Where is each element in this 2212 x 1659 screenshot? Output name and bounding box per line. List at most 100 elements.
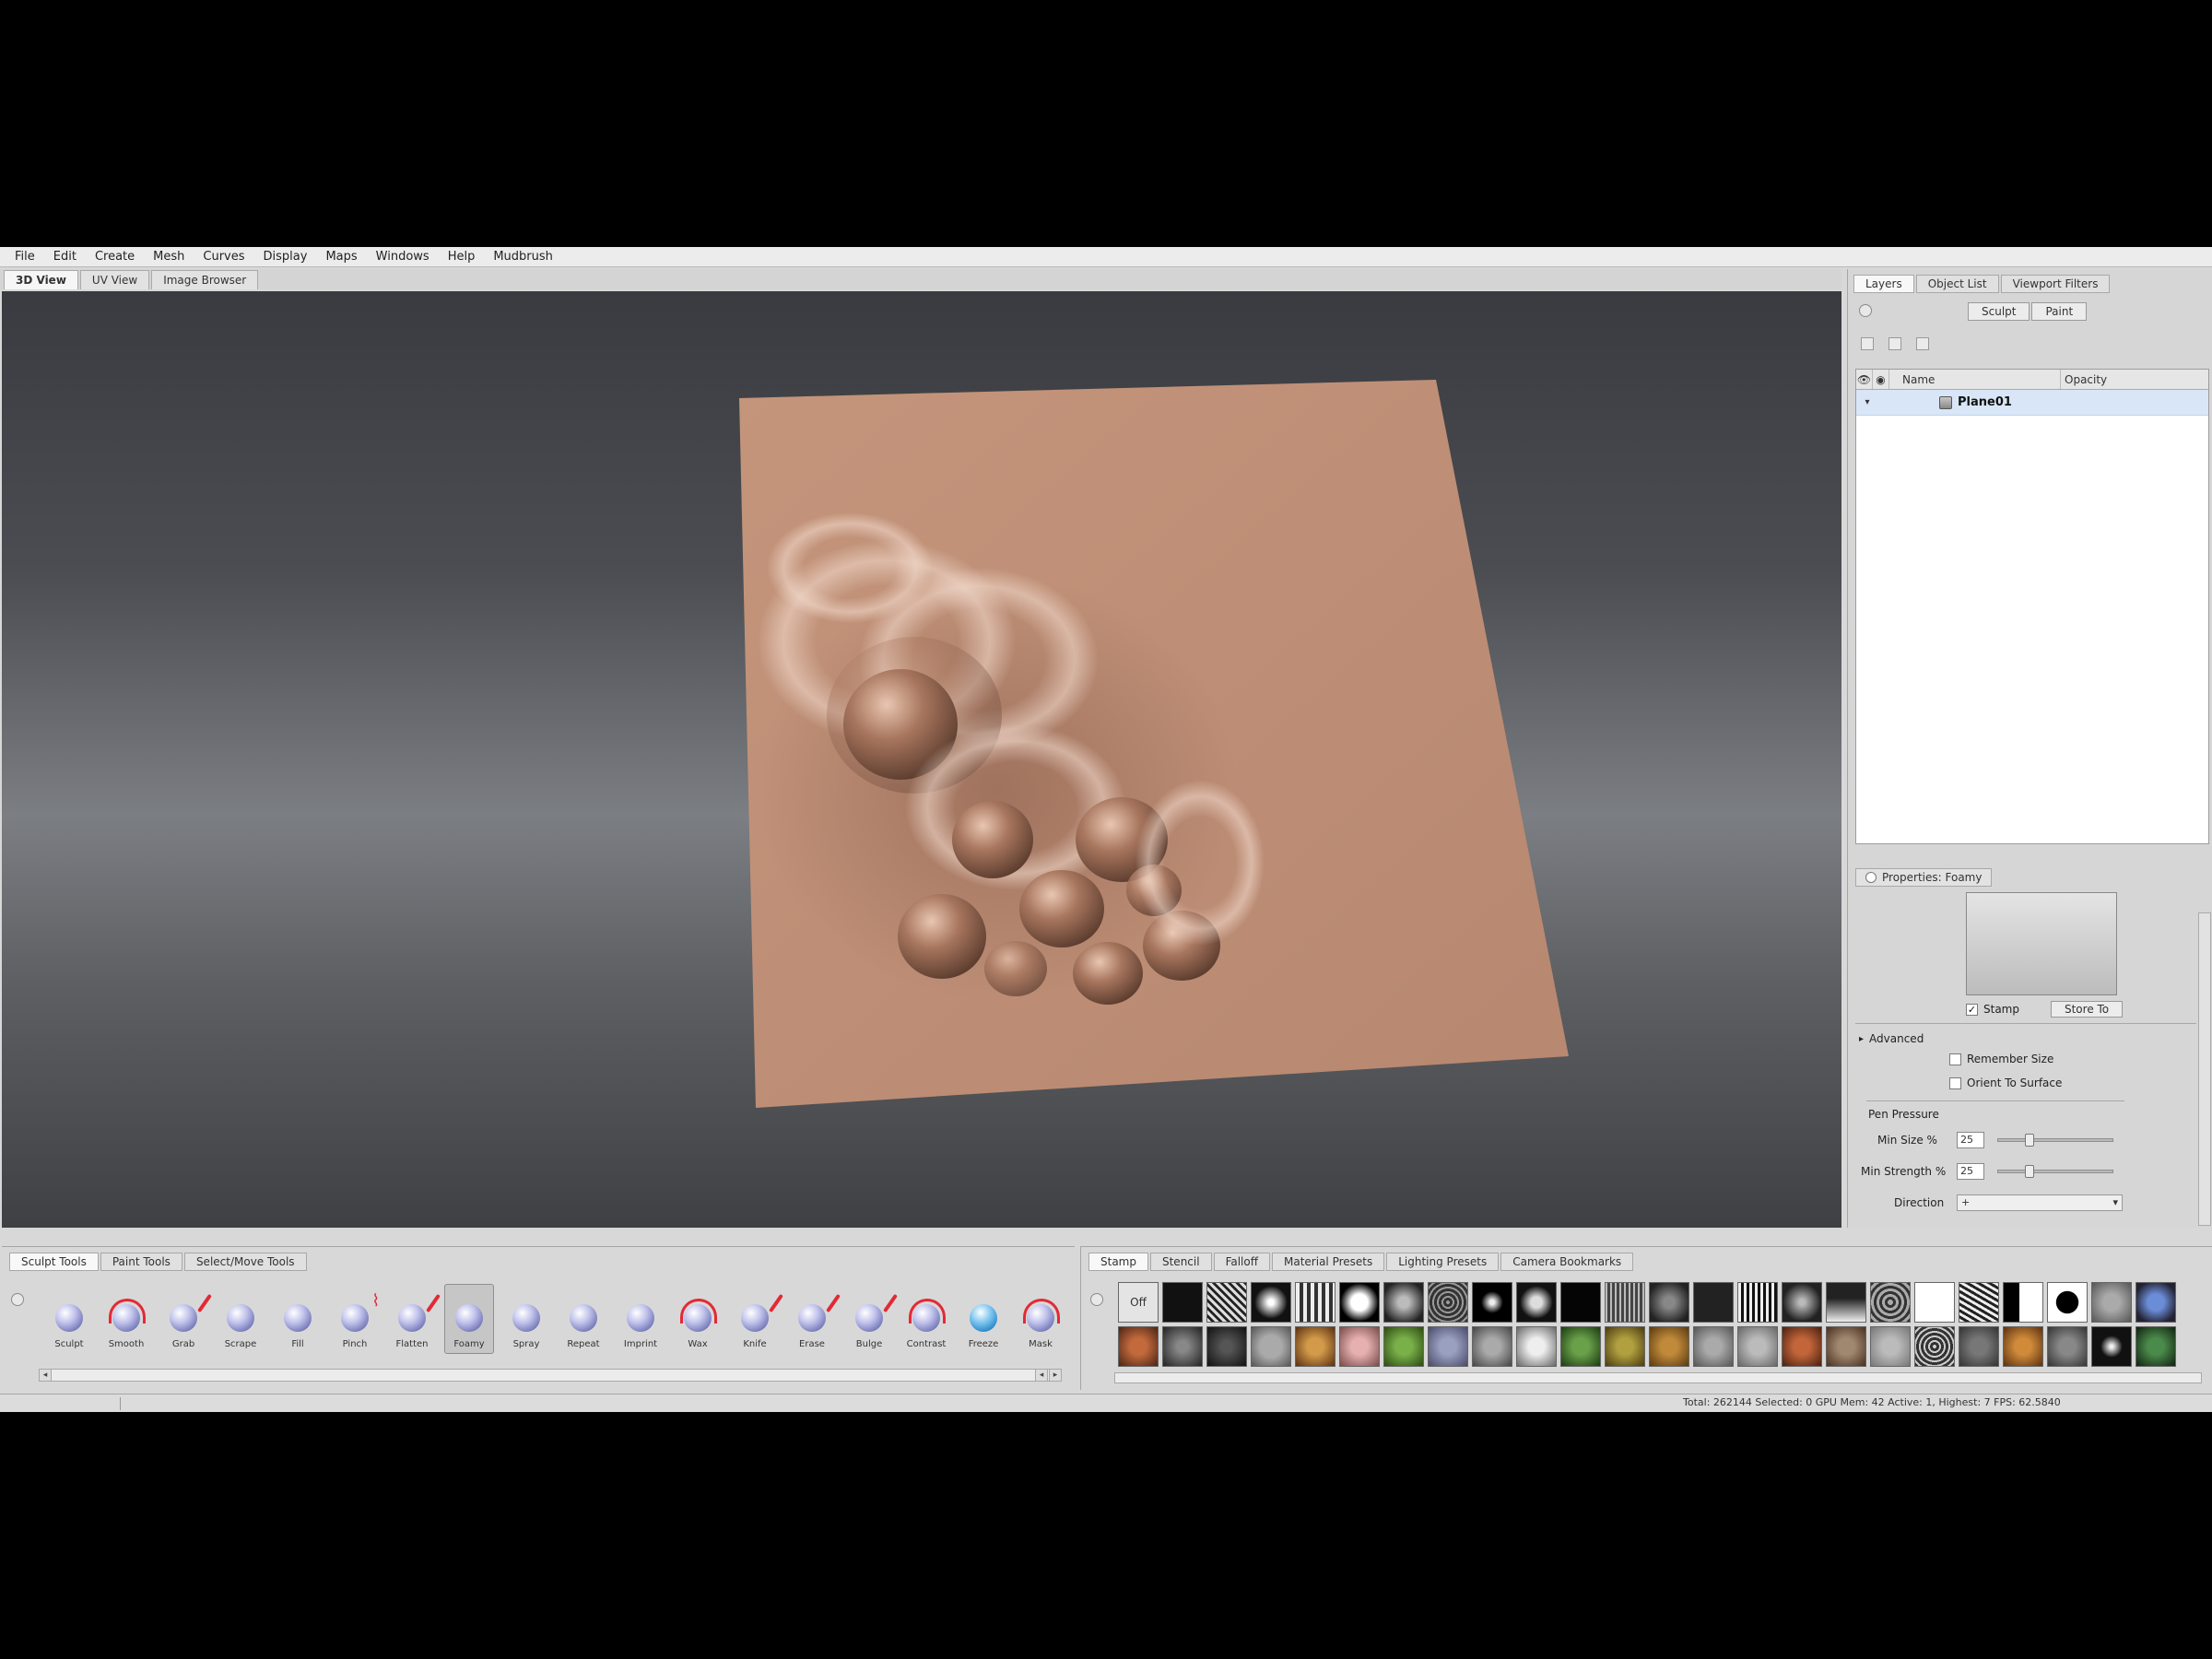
tool-bulge[interactable]: Bulge	[844, 1284, 894, 1354]
tab-paint-tools[interactable]: Paint Tools	[100, 1253, 182, 1271]
orient-to-surface-checkbox[interactable]	[1949, 1077, 1961, 1089]
stamp-thumbnail[interactable]	[1295, 1326, 1335, 1367]
stamp-thumbnail[interactable]	[1914, 1326, 1955, 1367]
stamp-thumbnail[interactable]	[1959, 1326, 1999, 1367]
stamp-thumbnail[interactable]	[2136, 1326, 2176, 1367]
stamp-thumbnail[interactable]	[1118, 1326, 1159, 1367]
tool-foamy[interactable]: Foamy	[444, 1284, 494, 1354]
delete-layer-icon[interactable]	[1916, 337, 1929, 350]
tab-select-move-tools[interactable]: Select/Move Tools	[183, 1253, 307, 1271]
stamp-thumbnail[interactable]	[1516, 1282, 1557, 1323]
stamp-thumbnail[interactable]	[1251, 1282, 1291, 1323]
tool-contrast[interactable]: Contrast	[901, 1284, 951, 1354]
stamp-thumbnail[interactable]	[1649, 1326, 1689, 1367]
min-size-slider-knob[interactable]	[2025, 1134, 2034, 1147]
stamp-off-thumbnail[interactable]: Off	[1118, 1282, 1159, 1323]
sculpted-plane-mesh[interactable]	[739, 380, 1569, 1108]
tool-pinch[interactable]: Pinch	[330, 1284, 380, 1354]
expand-arrow-icon[interactable]: ▾	[1856, 397, 1878, 407]
scroll-right-icon[interactable]: ▸	[1049, 1369, 1062, 1382]
stamp-thumbnail[interactable]	[1560, 1282, 1601, 1323]
stamp-thumbnail[interactable]	[1428, 1326, 1468, 1367]
tool-scrape[interactable]: Scrape	[216, 1284, 265, 1354]
stamp-thumbnail[interactable]	[1206, 1282, 1247, 1323]
scroll-left-icon[interactable]: ◂	[39, 1369, 52, 1382]
menu-windows[interactable]: Windows	[369, 247, 437, 267]
stamp-thumbnail[interactable]	[2047, 1282, 2088, 1323]
stamp-thumbnail[interactable]	[1162, 1282, 1203, 1323]
advanced-label[interactable]: Advanced	[1869, 1032, 1924, 1045]
tool-freeze[interactable]: Freeze	[959, 1284, 1008, 1354]
menu-edit[interactable]: Edit	[46, 247, 84, 267]
stamp-thumbnail[interactable]	[1339, 1282, 1380, 1323]
menu-create[interactable]: Create	[88, 247, 142, 267]
tool-fill[interactable]: Fill	[273, 1284, 323, 1354]
tool-spray[interactable]: Spray	[501, 1284, 551, 1354]
menu-maps[interactable]: Maps	[318, 247, 364, 267]
menu-file[interactable]: File	[7, 247, 42, 267]
tool-knife[interactable]: Knife	[730, 1284, 780, 1354]
stamp-thumbnail[interactable]	[1737, 1326, 1778, 1367]
stamp-thumbnail[interactable]	[2136, 1282, 2176, 1323]
stamp-thumbnail[interactable]	[1870, 1326, 1911, 1367]
stamp-thumbnail[interactable]	[1206, 1326, 1247, 1367]
min-strength-slider[interactable]	[1997, 1165, 2113, 1178]
stamp-thumbnail[interactable]	[1693, 1326, 1734, 1367]
tool-sculpt[interactable]: Sculpt	[44, 1284, 94, 1354]
stamp-thumbnail[interactable]	[1870, 1282, 1911, 1323]
stamp-preview[interactable]	[1966, 892, 2117, 995]
tab-stencil[interactable]: Stencil	[1149, 1253, 1212, 1271]
stamp-thumbnail[interactable]	[1782, 1326, 1822, 1367]
duplicate-layer-icon[interactable]	[1888, 337, 1901, 350]
tool-erase[interactable]: Erase	[787, 1284, 837, 1354]
properties-tab[interactable]: Properties: Foamy	[1855, 868, 1993, 887]
name-column-header[interactable]: Name	[1899, 370, 2061, 389]
stamp-thumbnail[interactable]	[1959, 1282, 1999, 1323]
stamp-thumbnail[interactable]	[2003, 1326, 2043, 1367]
stamp-checkbox[interactable]: ✓	[1966, 1003, 1978, 1016]
stamp-thumbnail[interactable]	[2003, 1282, 2043, 1323]
stamp-thumbnail[interactable]	[1737, 1282, 1778, 1323]
tab-sculpt-tools[interactable]: Sculpt Tools	[9, 1253, 99, 1271]
tab-object-list[interactable]: Object List	[1915, 275, 1999, 293]
stamp-thumbnail[interactable]	[1339, 1326, 1380, 1367]
stamp-thumbnail[interactable]	[1472, 1326, 1512, 1367]
help-icon[interactable]	[1859, 304, 1872, 317]
stamp-thumbnail[interactable]	[1295, 1282, 1335, 1323]
tab-material-presets[interactable]: Material Presets	[1272, 1253, 1385, 1271]
tab-image-browser[interactable]: Image Browser	[151, 270, 259, 289]
tool-grab[interactable]: Grab	[159, 1284, 208, 1354]
layer-row[interactable]: ▾ Plane01	[1856, 390, 2208, 416]
stamp-thumbnail[interactable]	[1162, 1326, 1203, 1367]
menu-curves[interactable]: Curves	[195, 247, 252, 267]
stamp-thumbnail[interactable]	[1516, 1326, 1557, 1367]
tab-camera-bookmarks[interactable]: Camera Bookmarks	[1500, 1253, 1634, 1271]
opacity-column-header[interactable]: Opacity	[2061, 370, 2208, 389]
direction-select[interactable]: +	[1957, 1194, 2123, 1211]
tab-uv-view[interactable]: UV View	[79, 270, 150, 289]
min-strength-slider-knob[interactable]	[2025, 1165, 2034, 1178]
stamp-thumbnail[interactable]	[2091, 1282, 2132, 1323]
paint-mode-button[interactable]: Paint	[2031, 302, 2088, 321]
stamp-thumbnail[interactable]	[1605, 1326, 1645, 1367]
min-size-field[interactable]: 25	[1957, 1132, 1984, 1148]
tab-3d-view[interactable]: 3D View	[4, 270, 78, 289]
menu-help[interactable]: Help	[441, 247, 483, 267]
properties-scrollbar[interactable]	[2198, 912, 2211, 1226]
tab-lighting-presets[interactable]: Lighting Presets	[1386, 1253, 1500, 1271]
stamp-thumbnail[interactable]	[1428, 1282, 1468, 1323]
stamp-thumbnail[interactable]	[1914, 1282, 1955, 1323]
tool-imprint[interactable]: Imprint	[616, 1284, 665, 1354]
stamp-thumbnail[interactable]	[1693, 1282, 1734, 1323]
stamp-thumbnail[interactable]	[1251, 1326, 1291, 1367]
stamp-help-icon[interactable]	[1090, 1293, 1103, 1306]
tool-wax[interactable]: Wax	[673, 1284, 723, 1354]
stamp-thumbnail[interactable]	[2047, 1326, 2088, 1367]
sculpt-mode-button[interactable]: Sculpt	[1968, 302, 2030, 321]
min-strength-field[interactable]: 25	[1957, 1163, 1984, 1180]
tab-stamp[interactable]: Stamp	[1088, 1253, 1148, 1271]
stamps-scrollbar[interactable]	[1114, 1372, 2202, 1383]
menu-mudbrush[interactable]: Mudbrush	[486, 247, 560, 267]
tab-falloff[interactable]: Falloff	[1213, 1253, 1270, 1271]
3d-viewport[interactable]	[2, 291, 1841, 1228]
